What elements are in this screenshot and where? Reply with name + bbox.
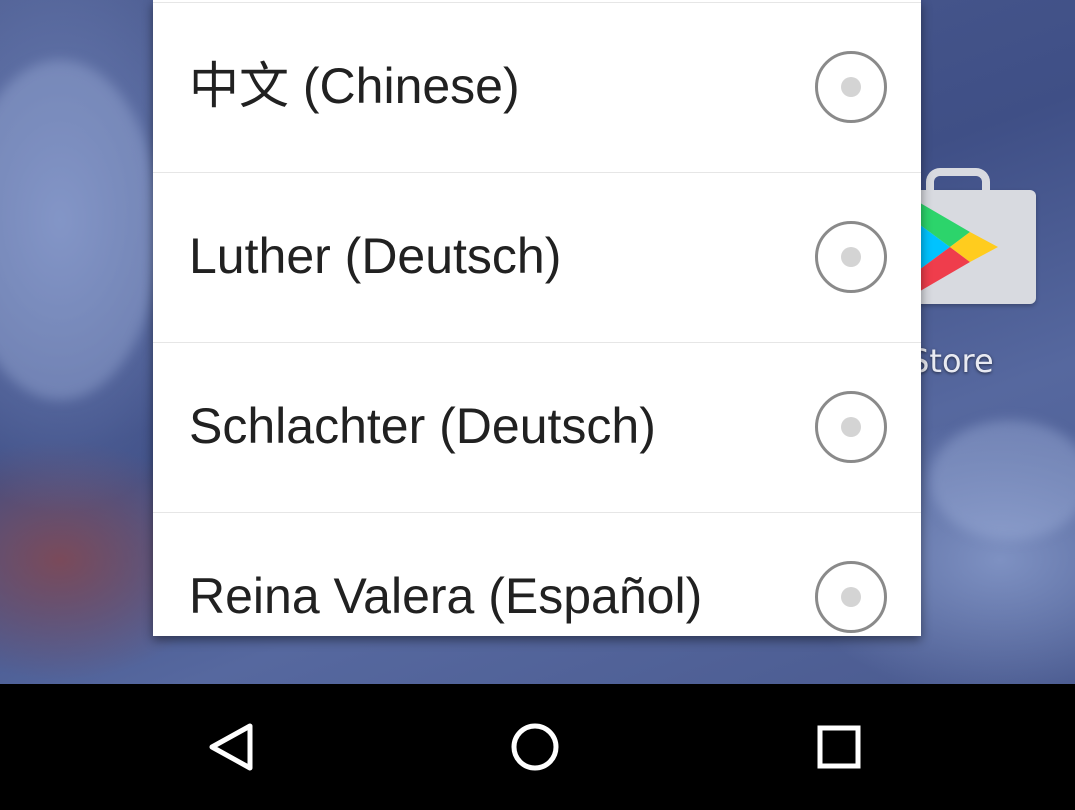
recents-square-icon [817,725,861,769]
home-circle-icon [511,723,559,771]
radio-dot [841,247,861,267]
option-label: Luther (Deutsch) [189,228,562,284]
radio-dot [841,77,861,97]
wallpaper-highlight [930,420,1075,540]
back-triangle-icon [209,723,253,771]
option-chinese[interactable]: 中文 (Chinese) [153,3,921,173]
option-label: 中文 (Chinese) [189,58,520,114]
option-schlachter-deutsch[interactable]: Schlachter (Deutsch) [153,343,921,513]
radio-button[interactable] [815,561,887,633]
radio-button[interactable] [815,221,887,293]
navigation-bar [0,684,1075,810]
radio-button[interactable] [815,51,887,123]
radio-dot [841,587,861,607]
translation-picker-dialog: 中文 (Chinese) Luther (Deutsch) Schlachter… [153,0,921,636]
option-label: Schlachter (Deutsch) [189,398,656,454]
screen: y Store 中文 (Chinese) Luther (Deutsch) Sc… [0,0,1075,810]
radio-button[interactable] [815,391,887,463]
radio-dot [841,417,861,437]
option-luther-deutsch[interactable]: Luther (Deutsch) [153,173,921,343]
wallpaper-highlight [0,60,160,400]
recents-button[interactable] [806,714,872,780]
option-reina-valera-espanol[interactable]: Reina Valera (Español) [153,513,921,636]
bag-handle [926,168,990,202]
back-button[interactable] [200,714,266,780]
option-label: Reina Valera (Español) [189,568,703,624]
home-button[interactable] [502,714,568,780]
